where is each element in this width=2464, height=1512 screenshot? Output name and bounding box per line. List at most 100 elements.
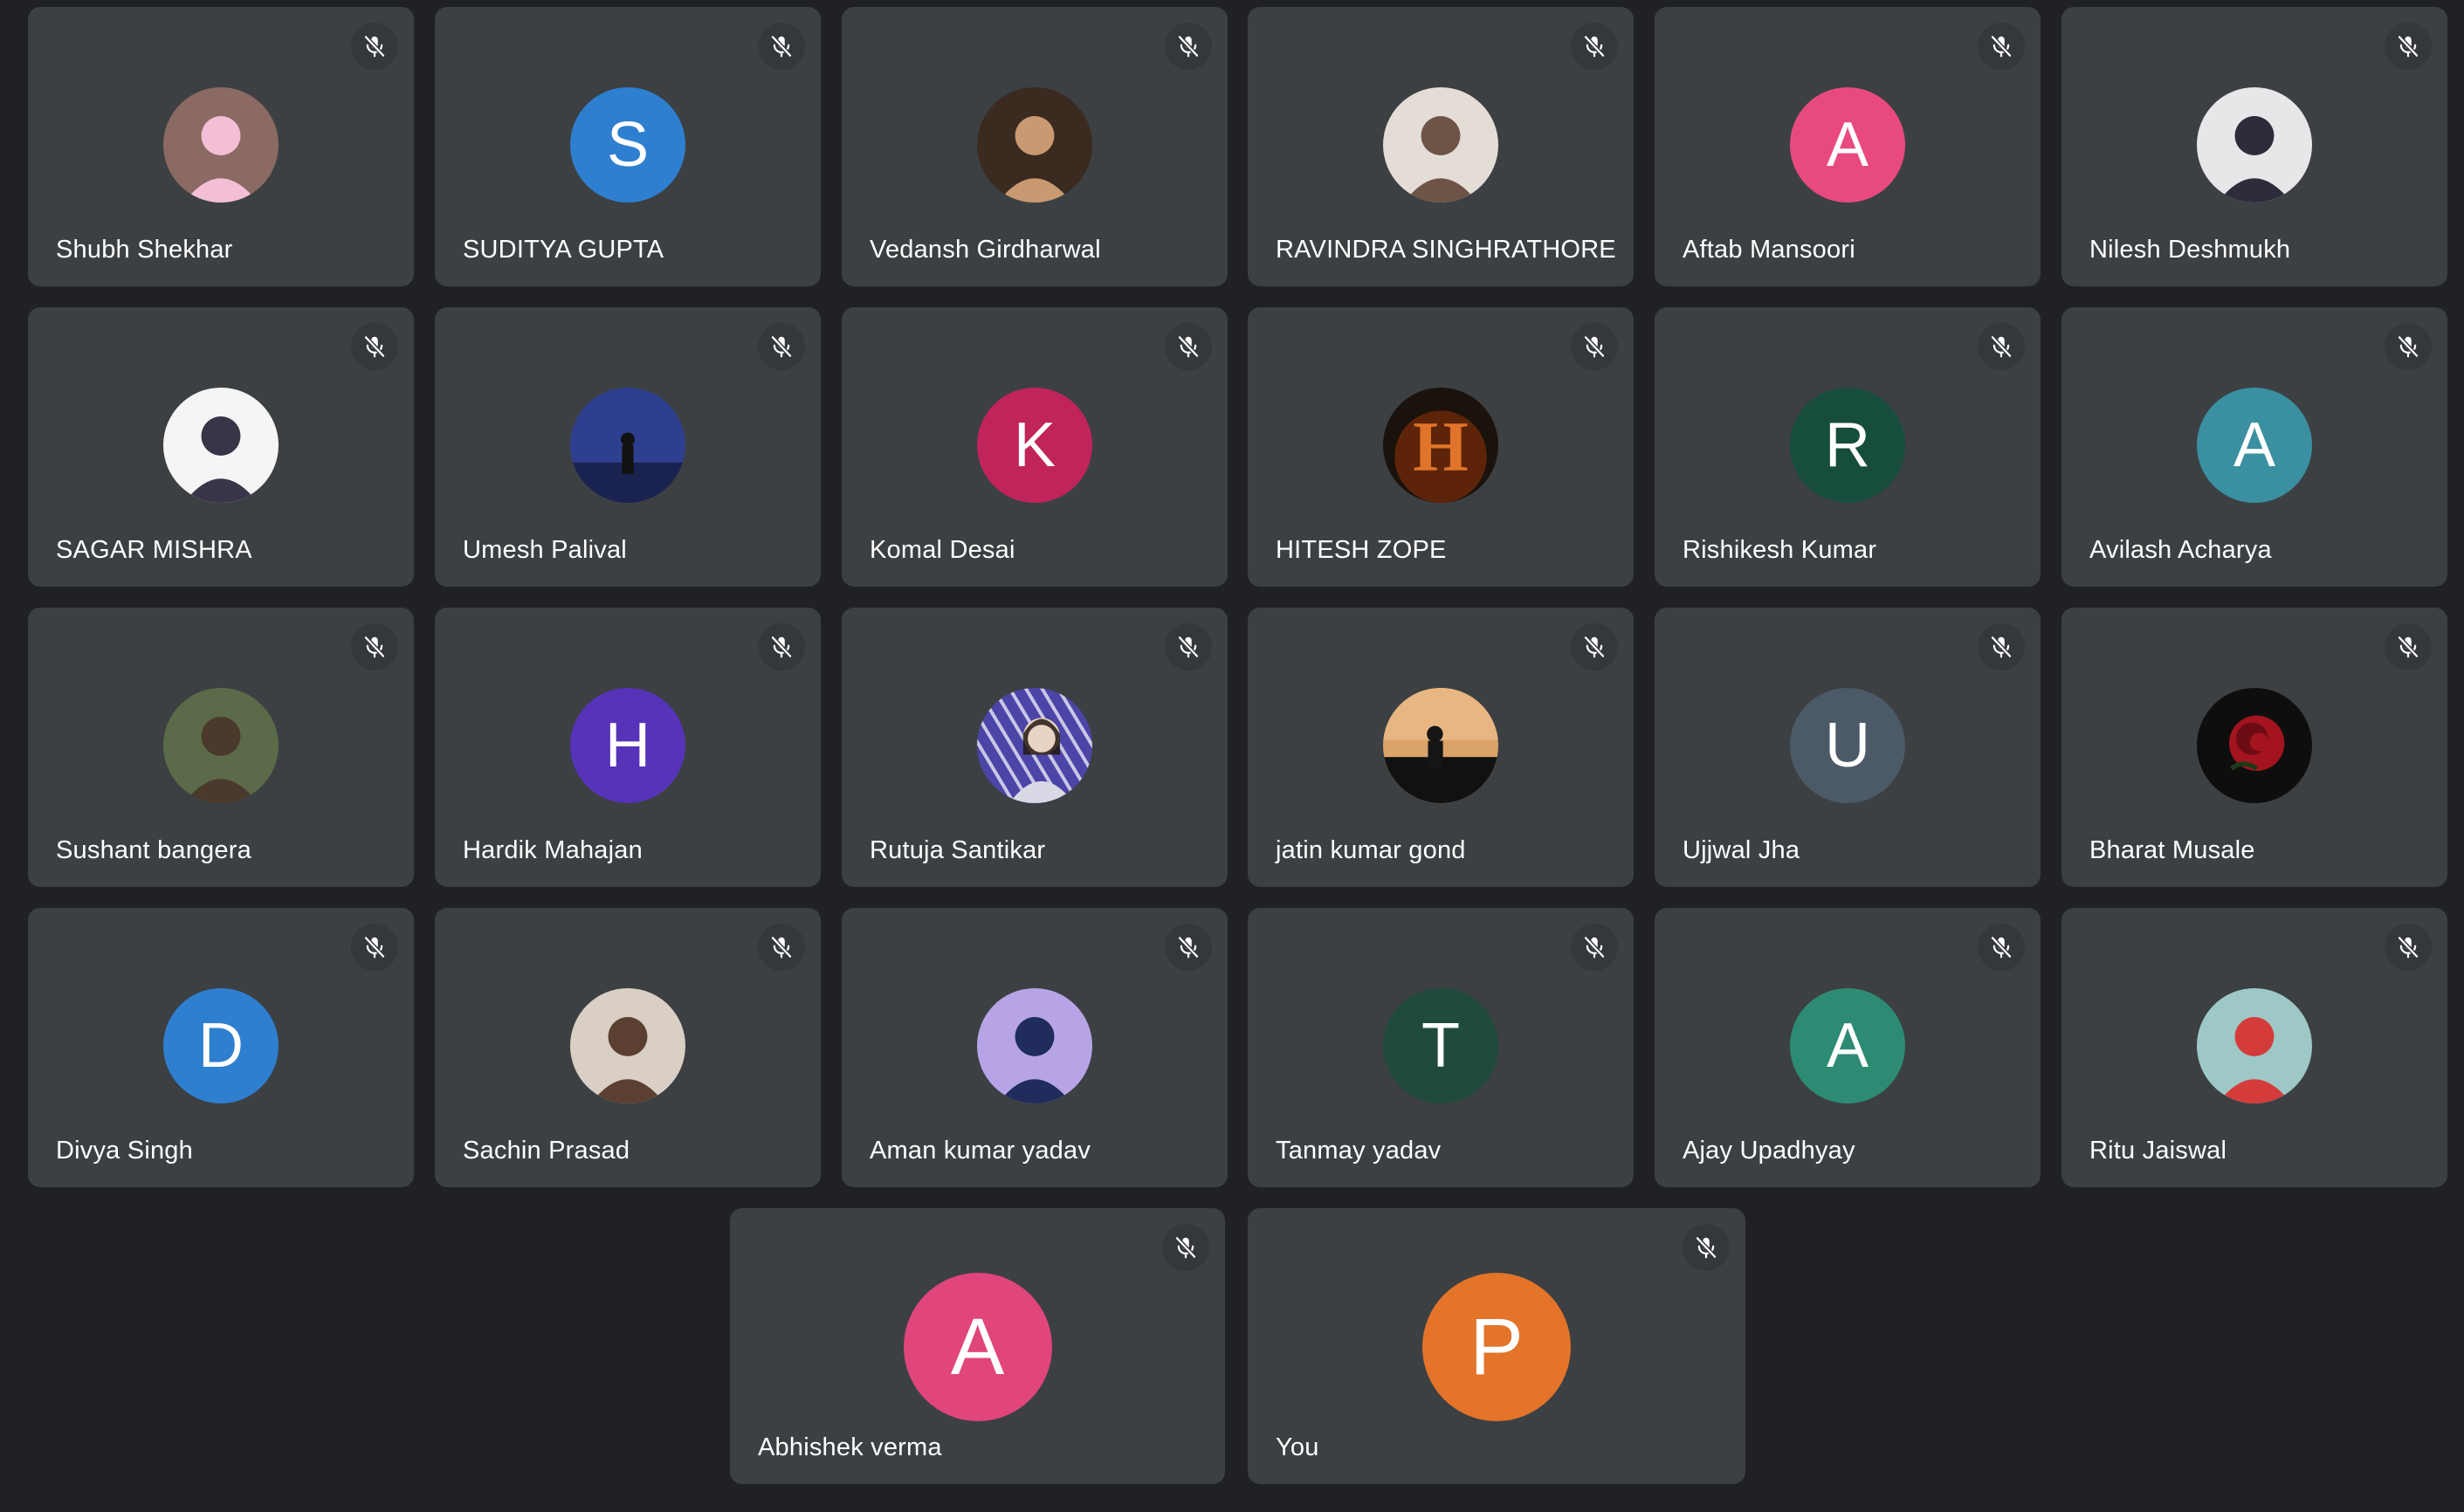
participant-name: Rishikesh Kumar bbox=[1683, 536, 1877, 564]
participant-name: Ritu Jaiswal bbox=[2089, 1137, 2227, 1165]
mic-off-icon bbox=[1571, 924, 1618, 971]
avatar-initial: P bbox=[1469, 1302, 1524, 1392]
participant-name: Shubh Shekhar bbox=[56, 236, 233, 264]
avatar bbox=[1383, 87, 1498, 203]
mic-off-icon bbox=[1683, 1224, 1730, 1271]
participant-name: Divya Singh bbox=[56, 1137, 193, 1165]
participant-tile-you[interactable]: P You bbox=[1248, 1208, 1745, 1484]
participant-name: Aftab Mansoori bbox=[1683, 236, 1855, 264]
avatar: S bbox=[570, 87, 685, 203]
mic-off-icon bbox=[1978, 323, 2025, 370]
participant-name: Tanmay yadav bbox=[1276, 1137, 1442, 1165]
participant-name: Ajay Upadhyay bbox=[1683, 1137, 1855, 1165]
participant-tile-bharat-musale[interactable]: Bharat Musale bbox=[2061, 608, 2447, 887]
participant-name: SUDITYA GUPTA bbox=[463, 236, 664, 264]
avatar bbox=[163, 688, 279, 803]
participant-tile-rutuja-santikar[interactable]: Rutuja Santikar bbox=[842, 608, 1228, 887]
participant-tile-sushant-bangera[interactable]: Sushant bangera bbox=[28, 608, 414, 887]
avatar bbox=[1383, 688, 1498, 803]
participant-tile-hardik-mahajan[interactable]: H Hardik Mahajan bbox=[435, 608, 821, 887]
mic-off-icon bbox=[2385, 623, 2432, 670]
participant-tile-aman-kumar-yadav[interactable]: Aman kumar yadav bbox=[842, 908, 1228, 1187]
participant-tile-jatin-kumar-gond[interactable]: jatin kumar gond bbox=[1248, 608, 1634, 887]
participant-name: Umesh Palival bbox=[463, 536, 627, 564]
mic-off-icon bbox=[351, 623, 398, 670]
avatar bbox=[163, 388, 279, 503]
avatar-initial: S bbox=[606, 110, 650, 180]
participant-tile-divya-singh[interactable]: D Divya Singh bbox=[28, 908, 414, 1187]
mic-off-icon bbox=[1978, 623, 2025, 670]
avatar bbox=[977, 688, 1092, 803]
participant-name: Ujjwal Jha bbox=[1683, 836, 1800, 864]
participant-tile-hitesh-zope[interactable]: H HITESH ZOPE bbox=[1248, 307, 1634, 587]
avatar: A bbox=[2197, 388, 2312, 503]
mic-off-icon bbox=[351, 323, 398, 370]
participant-name: jatin kumar gond bbox=[1276, 836, 1466, 864]
mic-off-icon bbox=[1571, 323, 1618, 370]
avatar: A bbox=[903, 1273, 1052, 1421]
participant-tile-komal-desai[interactable]: K Komal Desai bbox=[842, 307, 1228, 587]
avatar-initial: K bbox=[1013, 410, 1056, 480]
participant-tile-ujjwal-jha[interactable]: U Ujjwal Jha bbox=[1655, 608, 2041, 887]
mic-off-icon bbox=[1165, 23, 1212, 70]
avatar-initial: T bbox=[1421, 1011, 1460, 1081]
avatar: A bbox=[1790, 988, 1905, 1103]
avatar bbox=[2197, 688, 2312, 803]
avatar bbox=[570, 388, 685, 503]
avatar bbox=[570, 988, 685, 1103]
mic-off-icon bbox=[2385, 924, 2432, 971]
mic-off-icon bbox=[1571, 23, 1618, 70]
participant-name: Sachin Prasad bbox=[463, 1137, 630, 1165]
participant-name: Bharat Musale bbox=[2089, 836, 2255, 864]
avatar-initial: A bbox=[950, 1302, 1005, 1392]
mic-off-icon bbox=[758, 323, 805, 370]
participant-name: Vedansh Girdharwal bbox=[870, 236, 1101, 264]
avatar-initial: U bbox=[1825, 711, 1870, 780]
participant-tile-sachin-prasad[interactable]: Sachin Prasad bbox=[435, 908, 821, 1187]
participant-name: You bbox=[1276, 1433, 1319, 1461]
avatar bbox=[977, 87, 1092, 203]
mic-off-icon bbox=[1162, 1224, 1209, 1271]
avatar: H bbox=[1383, 388, 1498, 503]
avatar bbox=[2197, 87, 2312, 203]
avatar: H bbox=[570, 688, 685, 803]
participant-name: Avilash Acharya bbox=[2089, 536, 2272, 564]
avatar: D bbox=[163, 988, 279, 1103]
participant-tile-abhishek-verma[interactable]: A Abhishek verma bbox=[730, 1208, 1225, 1484]
participant-name: SAGAR MISHRA bbox=[56, 536, 252, 564]
avatar: P bbox=[1422, 1273, 1571, 1421]
mic-off-icon bbox=[351, 23, 398, 70]
participant-name: Komal Desai bbox=[870, 536, 1015, 564]
participant-tile-nilesh-deshmukh[interactable]: Nilesh Deshmukh bbox=[2061, 7, 2447, 286]
participant-name: HITESH ZOPE bbox=[1276, 536, 1447, 564]
mic-off-icon bbox=[758, 623, 805, 670]
svg-text:H: H bbox=[1413, 407, 1469, 486]
mic-off-icon bbox=[1978, 924, 2025, 971]
participant-name: Nilesh Deshmukh bbox=[2089, 236, 2291, 264]
participant-tile-vedansh-girdharwal[interactable]: Vedansh Girdharwal bbox=[842, 7, 1228, 286]
avatar-initial: D bbox=[198, 1011, 244, 1081]
mic-off-icon bbox=[758, 924, 805, 971]
avatar: R bbox=[1790, 388, 1905, 503]
participant-tile-sagar-mishra[interactable]: SAGAR MISHRA bbox=[28, 307, 414, 587]
participant-tile-ravindra-singhrathore[interactable]: RAVINDRA SINGHRATHORE bbox=[1248, 7, 1634, 286]
participant-name: RAVINDRA SINGHRATHORE bbox=[1276, 236, 1616, 264]
mic-off-icon bbox=[758, 23, 805, 70]
participant-tile-tanmay-yadav[interactable]: T Tanmay yadav bbox=[1248, 908, 1634, 1187]
participant-tile-aftab-mansoori[interactable]: A Aftab Mansoori bbox=[1655, 7, 2041, 286]
participant-tile-ritu-jaiswal[interactable]: Ritu Jaiswal bbox=[2061, 908, 2447, 1187]
participant-name: Rutuja Santikar bbox=[870, 836, 1046, 864]
mic-off-icon bbox=[351, 924, 398, 971]
participant-tile-ajay-upadhyay[interactable]: A Ajay Upadhyay bbox=[1655, 908, 2041, 1187]
participant-name: Abhishek verma bbox=[758, 1433, 942, 1461]
mic-off-icon bbox=[2385, 323, 2432, 370]
participant-tile-umesh-palival[interactable]: Umesh Palival bbox=[435, 307, 821, 587]
participant-name: Hardik Mahajan bbox=[463, 836, 643, 864]
participant-name: Aman kumar yadav bbox=[870, 1137, 1091, 1165]
avatar: K bbox=[977, 388, 1092, 503]
participant-tile-suditya-gupta[interactable]: S SUDITYA GUPTA bbox=[435, 7, 821, 286]
participant-name: Sushant bangera bbox=[56, 836, 251, 864]
participant-tile-shubh-shekhar[interactable]: Shubh Shekhar bbox=[28, 7, 414, 286]
participant-tile-rishikesh-kumar[interactable]: R Rishikesh Kumar bbox=[1655, 307, 2041, 587]
participant-tile-avilash-acharya[interactable]: A Avilash Acharya bbox=[2061, 307, 2447, 587]
